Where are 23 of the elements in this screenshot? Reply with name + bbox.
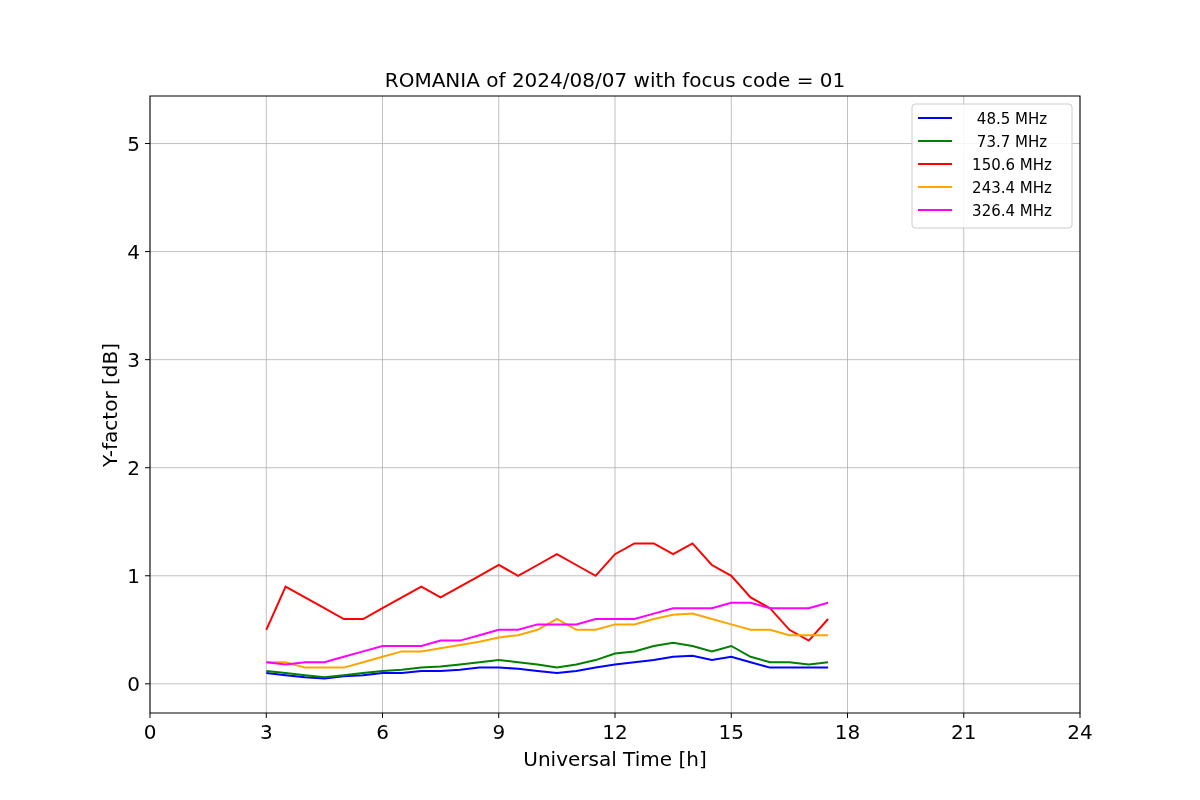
x-axis-label: Universal Time [h] <box>523 747 707 771</box>
tick-label: 0 <box>143 720 157 744</box>
legend-label: 243.4 MHz <box>972 179 1052 197</box>
tick-label: 24 <box>1067 720 1093 744</box>
chart-title: ROMANIA of 2024/08/07 with focus code = 01 <box>384 68 846 92</box>
tick-label: 5 <box>127 131 140 156</box>
tick-label: 4 <box>127 239 140 264</box>
tick-label: 15 <box>718 720 744 744</box>
tick-label: 0 <box>127 671 140 696</box>
y-axis-label: Y-factor [dB] <box>98 343 122 467</box>
tick-label: 9 <box>492 720 506 744</box>
tick-label: 3 <box>259 720 273 744</box>
tick-label: 3 <box>127 347 140 372</box>
legend-label: 150.6 MHz <box>972 156 1052 174</box>
tick-label: 21 <box>951 720 977 744</box>
tick-label: 2 <box>127 455 140 480</box>
legend-label: 73.7 MHz <box>976 133 1048 151</box>
tick-label: 6 <box>376 720 389 744</box>
tick-label: 18 <box>834 720 861 744</box>
legend-label: 326.4 MHz <box>972 202 1052 220</box>
tick-label: 12 <box>602 720 628 744</box>
tick-label: 1 <box>127 563 140 588</box>
legend-label: 48.5 MHz <box>976 110 1048 128</box>
